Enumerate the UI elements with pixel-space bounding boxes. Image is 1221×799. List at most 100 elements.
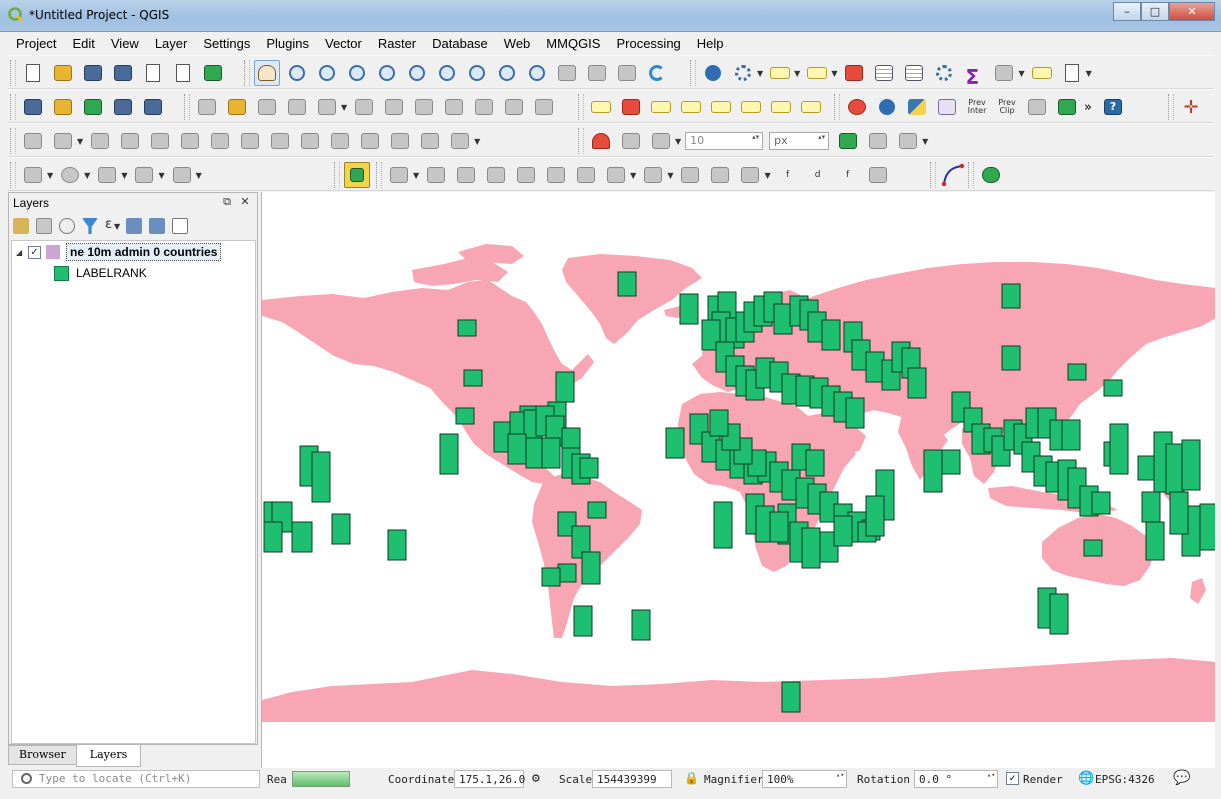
toolbar-grip[interactable] <box>10 128 16 154</box>
save-project-button[interactable] <box>80 60 106 86</box>
menu-mmqgis[interactable]: MMQGIS <box>538 33 608 54</box>
plugin-ring-button[interactable] <box>844 94 870 120</box>
menu-layer[interactable]: Layer <box>147 33 196 54</box>
dt-tool-3-button[interactable] <box>453 162 479 188</box>
snap-type-button[interactable] <box>648 128 674 154</box>
dt-tool-5-button[interactable] <box>513 162 539 188</box>
float-panel-icon[interactable]: ⧉ <box>221 196 233 208</box>
zoom-to-layer-button[interactable] <box>464 60 490 86</box>
new-project-button[interactable] <box>20 60 46 86</box>
offset-curve-button[interactable] <box>297 128 323 154</box>
undo-button[interactable] <box>501 94 527 120</box>
layer-diagram-button[interactable] <box>618 94 644 120</box>
vertex-tool-button[interactable] <box>314 94 340 120</box>
save-as-button[interactable] <box>110 60 136 86</box>
add-group-icon[interactable] <box>36 218 52 234</box>
merge-attributes-button[interactable] <box>417 128 443 154</box>
prev-clip-button[interactable]: Prev Clip <box>994 94 1020 120</box>
minimize-button[interactable]: – <box>1113 2 1141 21</box>
dt-tool-8-button[interactable] <box>603 162 629 188</box>
redo-button[interactable] <box>531 94 557 120</box>
dt-tool-f2-button[interactable]: f <box>835 162 861 188</box>
python-console-button[interactable] <box>904 94 930 120</box>
chevron-down-icon[interactable]: ▼ <box>667 171 673 180</box>
add-feature-button[interactable] <box>284 94 310 120</box>
dt-tool-11-button[interactable] <box>707 162 733 188</box>
toolbar-grip[interactable] <box>578 94 584 120</box>
style-brush-icon[interactable] <box>13 218 29 234</box>
toolbar-grip[interactable] <box>376 162 382 188</box>
render-checkbox[interactable]: ✓ <box>1006 772 1019 785</box>
chevron-down-icon[interactable]: ▼ <box>675 137 681 146</box>
bezier-button[interactable] <box>940 162 966 188</box>
eye-icon[interactable] <box>59 218 75 234</box>
menu-vector[interactable]: Vector <box>317 33 370 54</box>
add-ring-button[interactable] <box>50 128 76 154</box>
add-circle-button[interactable] <box>57 162 83 188</box>
chevron-down-icon[interactable]: ▼ <box>77 137 83 146</box>
scale-field[interactable]: 154439399 <box>592 770 672 788</box>
magnifier-field[interactable]: 100% <box>762 770 847 788</box>
reshape-button[interactable] <box>267 128 293 154</box>
field-calculator-button[interactable] <box>961 60 987 86</box>
new-print-layout-button[interactable] <box>140 60 166 86</box>
toolbar-grip[interactable] <box>10 94 16 120</box>
current-edits-button[interactable] <box>194 94 220 120</box>
chevron-down-icon[interactable]: ▼ <box>341 103 347 112</box>
select-features-button[interactable] <box>767 60 793 86</box>
zoom-full-button[interactable] <box>404 60 430 86</box>
add-virtual-layer-button[interactable] <box>140 94 166 120</box>
paste-features-button[interactable] <box>471 94 497 120</box>
coordinate-field[interactable]: 175.1,26.0 <box>454 770 525 788</box>
snapping-unit-select[interactable]: px <box>769 132 830 150</box>
pan-to-selection-button[interactable] <box>284 60 310 86</box>
chevron-down-icon[interactable]: ▼ <box>794 69 800 78</box>
remove-layer-icon[interactable] <box>172 218 189 234</box>
map-canvas[interactable] <box>261 192 1215 768</box>
new-bookmark-button[interactable] <box>584 60 610 86</box>
style-manager-button[interactable] <box>200 60 226 86</box>
plugin-tool-button[interactable] <box>344 162 370 188</box>
show-hide-labels-button[interactable] <box>708 94 734 120</box>
topological-editing-button[interactable] <box>835 128 861 154</box>
expression-filter-icon[interactable]: ε <box>105 218 112 234</box>
snap-intersection-button[interactable] <box>865 128 891 154</box>
pan-map-button[interactable] <box>254 60 280 86</box>
collapse-all-icon[interactable] <box>149 218 166 234</box>
menu-raster[interactable]: Raster <box>370 33 424 54</box>
cut-features-button[interactable] <box>411 94 437 120</box>
chevron-down-icon[interactable]: ▼ <box>1086 69 1092 78</box>
dt-tool-10-button[interactable] <box>677 162 703 188</box>
toolbar-grip[interactable] <box>930 162 936 188</box>
chevron-down-icon[interactable]: ▼ <box>831 69 837 78</box>
legend-row[interactable]: LABELRANK <box>54 263 147 283</box>
statistical-summary-button[interactable] <box>901 60 927 86</box>
dt-tool-4-button[interactable] <box>483 162 509 188</box>
layout-manager-button[interactable] <box>170 60 196 86</box>
chevron-down-icon[interactable]: ▼ <box>121 171 127 180</box>
map-tips-button[interactable] <box>1029 60 1055 86</box>
chevron-down-icon[interactable]: ▼ <box>84 171 90 180</box>
dt-tool-1-button[interactable] <box>386 162 412 188</box>
menu-database[interactable]: Database <box>424 33 496 54</box>
toolbox-button[interactable] <box>931 60 957 86</box>
menu-processing[interactable]: Processing <box>608 33 688 54</box>
tracing-button[interactable] <box>895 128 921 154</box>
layer-name[interactable]: ne 10m admin 0 countries <box>66 243 222 261</box>
coordinate-toggle-icon[interactable]: ⚙ <box>532 771 540 786</box>
toolbar-grip[interactable] <box>968 162 974 188</box>
plugin-globe-button[interactable] <box>874 94 900 120</box>
snapping-tolerance-input[interactable]: 10 <box>685 132 764 150</box>
layer-row[interactable]: ◢ ✓ ne 10m admin 0 countries <box>16 242 222 262</box>
add-ellipse-button[interactable] <box>94 162 120 188</box>
simplify-feature-button[interactable] <box>117 128 143 154</box>
zoom-last-button[interactable] <box>494 60 520 86</box>
chevron-down-icon[interactable]: ▼ <box>47 171 53 180</box>
enable-snapping-button[interactable] <box>588 128 614 154</box>
locator-search-input[interactable]: Type to locate (Ctrl+K) <box>12 770 260 788</box>
menu-edit[interactable]: Edit <box>64 33 102 54</box>
toolbar-grip[interactable] <box>690 60 696 86</box>
merge-features-button[interactable] <box>387 128 413 154</box>
toolbar-grip[interactable] <box>10 162 16 188</box>
toolbar-grip[interactable] <box>578 128 584 154</box>
